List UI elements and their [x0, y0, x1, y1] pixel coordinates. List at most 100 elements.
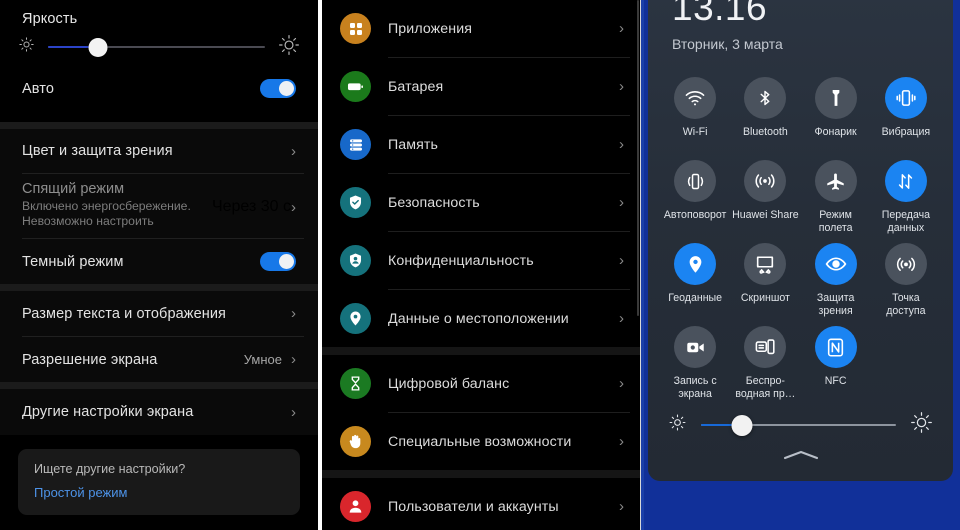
hand-icon: [340, 426, 371, 457]
chevron-right-icon: ›: [291, 198, 296, 216]
chevron-right-icon: ›: [619, 20, 624, 37]
hourglass-icon: [340, 368, 371, 399]
quick-tile-flashlight[interactable]: Фонарик: [801, 71, 871, 154]
screenshot-icon: [744, 243, 787, 285]
quick-tile-label: Bluetooth: [742, 126, 788, 138]
quick-tile-hotspot[interactable]: Точка доступа: [871, 237, 941, 320]
color-protection-row[interactable]: Цвет и защита зрения ›: [0, 129, 318, 173]
sleep-mode-value: Через 30 с: [211, 198, 291, 215]
screen-resolution-value: Умное: [243, 352, 282, 367]
chevron-right-icon: ›: [619, 194, 624, 211]
apps-grid-icon: [340, 13, 371, 44]
quick-tile-label: Запись с экрана: [673, 375, 717, 400]
settings-list-item[interactable]: Данные о местоположении ›: [322, 290, 640, 347]
quick-tile-label: Передача данных: [881, 209, 931, 234]
flashlight-icon: [814, 77, 857, 119]
quick-tile-label: Скриншот: [740, 292, 790, 304]
settings-list-item[interactable]: Цифровой баланс ›: [322, 355, 640, 412]
section-divider: [0, 382, 318, 389]
sleep-mode-row[interactable]: Спящий режим Включено энергосбережение. …: [0, 174, 318, 238]
qs-brightness-slider[interactable]: [701, 414, 896, 436]
quick-tile-label: Фонарик: [814, 126, 857, 138]
vibration-icon: [884, 77, 927, 119]
wireless-cast-icon: [744, 326, 787, 368]
settings-item-label: Данные о местоположении: [388, 310, 569, 327]
quick-settings-panel: 13.16 Вторник, 3 марта Wi-Fi Bluetooth Фон…: [641, 0, 960, 530]
person-icon: [340, 491, 371, 522]
quick-tile-nfc[interactable]: NFC: [801, 320, 871, 403]
quick-settings-card: 13.16 Вторник, 3 марта Wi-Fi Bluetooth Фон…: [648, 0, 953, 481]
chevron-right-icon: ›: [291, 305, 296, 322]
bluetooth-icon: [744, 77, 787, 119]
quick-tile-label: Защита зрения: [816, 292, 855, 317]
scrollbar[interactable]: [636, 0, 639, 316]
quick-tile-auto-rotate[interactable]: Автоповорот: [660, 154, 730, 237]
dark-mode-toggle[interactable]: [260, 252, 296, 271]
brightness-title: Яркость: [22, 11, 78, 27]
quick-tile-location-pin[interactable]: Геоданные: [660, 237, 730, 320]
wifi-icon: [674, 77, 717, 119]
chevron-right-icon: ›: [619, 375, 624, 392]
settings-list-item[interactable]: Память ›: [322, 116, 640, 173]
quick-tile-bluetooth[interactable]: Bluetooth: [730, 71, 800, 154]
settings-section-divider: [322, 347, 640, 355]
quick-tile-label: Wi-Fi: [682, 126, 708, 138]
settings-item-label: Конфиденциальность: [388, 252, 534, 269]
dark-mode-row[interactable]: Темный режим: [0, 239, 318, 284]
settings-list-item[interactable]: Специальные возможности ›: [322, 413, 640, 470]
brightness-high-icon: [910, 411, 933, 439]
sleep-mode-sub2: Невозможно настроить: [22, 214, 154, 228]
brightness-slider-row[interactable]: [0, 27, 318, 67]
simple-mode-hint-card: Ищете другие настройки? Простой режим: [18, 449, 300, 515]
other-display-section: Другие настройки экрана ›: [0, 389, 318, 435]
chevron-right-icon: ›: [291, 142, 296, 160]
quick-tile-huawei-share[interactable]: Huawei Share: [730, 154, 800, 237]
quick-tile-airplane[interactable]: Режим полета: [801, 154, 871, 237]
auto-brightness-toggle[interactable]: [260, 79, 296, 98]
clock-time: 13.16: [672, 0, 768, 28]
shield-check-icon: [340, 187, 371, 218]
slider-thumb[interactable]: [731, 414, 753, 436]
quick-tile-label: Беспро-водная пр…: [735, 375, 796, 400]
huawei-share-icon: [744, 160, 787, 202]
quick-tile-vibration[interactable]: Вибрация: [871, 71, 941, 154]
section-divider: [0, 284, 318, 291]
screen-resolution-label: Разрешение экрана: [22, 351, 158, 368]
collapse-handle-icon[interactable]: [648, 448, 953, 467]
quick-tile-wifi[interactable]: Wi-Fi: [660, 71, 730, 154]
text-size-label: Размер текста и отображения: [22, 305, 227, 322]
settings-item-label: Цифровой баланс: [388, 375, 510, 392]
toggle-knob: [278, 80, 295, 97]
settings-item-label: Память: [388, 136, 439, 153]
quick-tile-eye[interactable]: Защита зрения: [801, 237, 871, 320]
chevron-right-icon: ›: [291, 351, 296, 368]
slider-thumb[interactable]: [88, 37, 108, 57]
auto-brightness-row[interactable]: Авто: [0, 67, 318, 110]
quick-tile-screenshot[interactable]: Скриншот: [730, 237, 800, 320]
chevron-right-icon: ›: [619, 252, 624, 269]
settings-list-item[interactable]: Безопасность ›: [322, 174, 640, 231]
settings-list-item[interactable]: Батарея ›: [322, 58, 640, 115]
hint-question: Ищете другие настройки?: [34, 462, 186, 476]
qs-brightness-slider-row[interactable]: [648, 405, 953, 439]
settings-list-item[interactable]: Пользователи и аккаунты ›: [322, 478, 640, 530]
screen-resolution-row[interactable]: Разрешение экрана Умное ›: [0, 337, 318, 382]
settings-item-label: Батарея: [388, 78, 444, 95]
brightness-slider[interactable]: [48, 37, 265, 57]
quick-tile-data-transfer[interactable]: Передача данных: [871, 154, 941, 237]
other-display-label: Другие настройки экрана: [22, 404, 194, 420]
dark-mode-label: Темный режим: [22, 253, 124, 270]
sleep-mode-sub1: Включено энергосбережение.: [22, 199, 191, 213]
quick-tile-screen-record[interactable]: Запись с экрана: [660, 320, 730, 403]
quick-tile-wireless-cast[interactable]: Беспро-водная пр…: [730, 320, 800, 403]
settings-list-item[interactable]: Приложения ›: [322, 0, 640, 57]
other-display-row[interactable]: Другие настройки экрана ›: [0, 389, 318, 435]
settings-list-item[interactable]: Конфиденциальность ›: [322, 232, 640, 289]
chevron-right-icon: ›: [619, 310, 624, 327]
quick-tile-label: Автоповорот: [663, 209, 727, 221]
simple-mode-link[interactable]: Простой режим: [34, 485, 284, 500]
text-size-row[interactable]: Размер текста и отображения ›: [0, 291, 318, 336]
eye-icon: [814, 243, 857, 285]
storage-icon: [340, 129, 371, 160]
settings-list-panel: Приложения › Батарея › Память › Безопасность › К…: [322, 0, 640, 530]
